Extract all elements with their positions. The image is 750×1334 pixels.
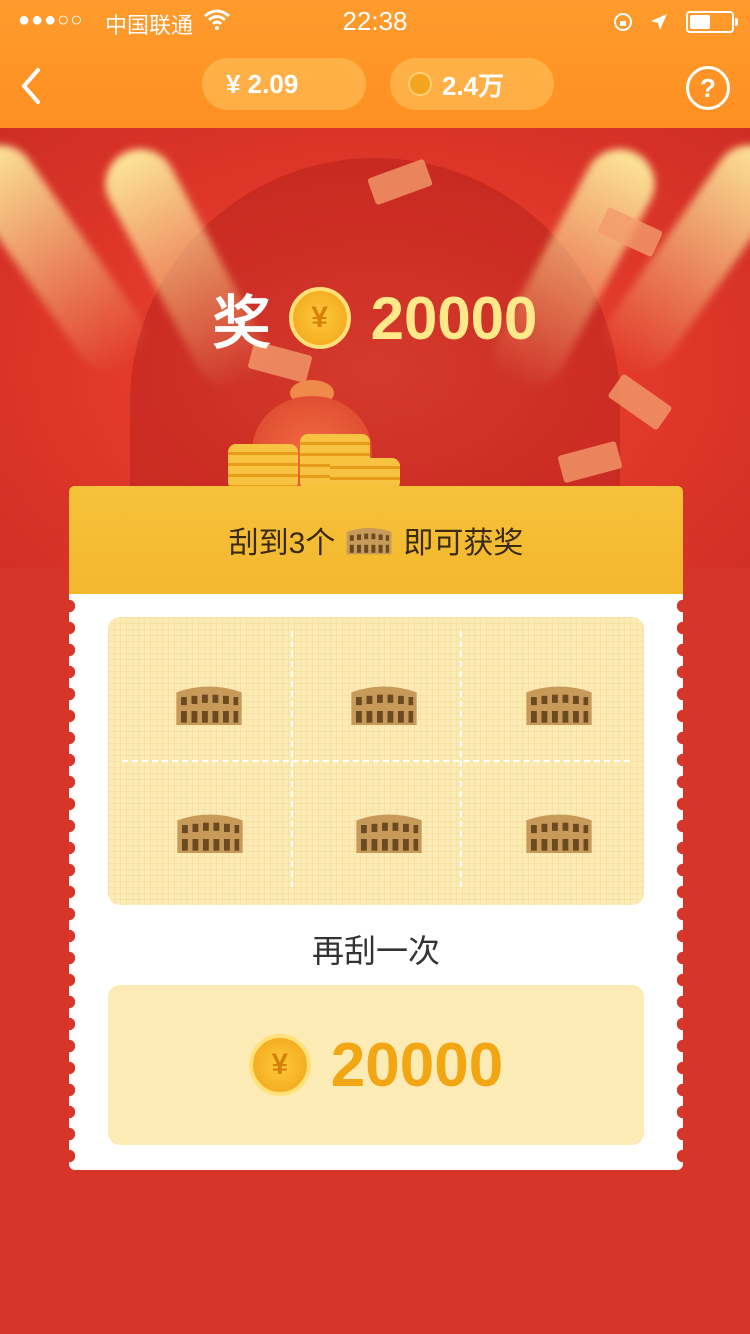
- help-icon: ?: [700, 73, 716, 103]
- ticket-instruction: 刮到3个 即可获奖: [69, 486, 683, 594]
- scratch-grid[interactable]: [108, 617, 644, 905]
- battery-icon: [686, 11, 738, 34]
- colosseum-icon: [526, 686, 592, 725]
- scratch-ticket: 刮到3个 即可获奖 再刮一次 ¥ 20000: [63, 486, 689, 1170]
- colosseum-icon: [176, 686, 242, 725]
- grid-divider: [122, 760, 630, 762]
- prize-headline: 奖 ¥ 20000: [0, 278, 750, 358]
- battery-level: [690, 15, 710, 30]
- top-bar: ●●●○○ 中国联通 22:38 ¥ 2.09 2.4万 ?: [0, 0, 750, 128]
- reward-panel: ¥ 20000: [108, 985, 644, 1145]
- status-right: [612, 8, 738, 34]
- colosseum-icon: [526, 814, 592, 853]
- colosseum-icon: [346, 528, 392, 555]
- back-button[interactable]: [14, 66, 50, 106]
- grid-divider: [291, 631, 293, 887]
- colosseum-icon: [351, 686, 417, 725]
- gold-coin-icon: ¥: [248, 1034, 311, 1096]
- instruction-suffix: 即可获奖: [403, 527, 524, 560]
- cash-balance-pill[interactable]: ¥ 2.09: [202, 58, 366, 110]
- colosseum-icon: [177, 814, 243, 853]
- coin-stack-icon: [228, 444, 298, 490]
- coin-balance-pill[interactable]: 2.4万: [390, 58, 554, 110]
- status-bar: ●●●○○ 中国联通 22:38: [0, 0, 750, 40]
- reward-amount: 20000: [330, 1030, 504, 1100]
- prize-label: 奖: [212, 291, 271, 356]
- location-arrow-icon: [650, 14, 667, 31]
- coin-icon: [408, 72, 432, 96]
- coin-balance: 2.4万: [442, 70, 505, 101]
- orientation-lock-icon: [613, 13, 632, 32]
- prize-amount: 20000: [370, 284, 538, 352]
- colosseum-icon: [356, 814, 422, 853]
- gold-coin-icon: ¥: [288, 287, 351, 349]
- grid-divider: [460, 631, 462, 887]
- instruction-prefix: 刮到3个: [228, 527, 336, 560]
- cash-balance: ¥ 2.09: [226, 68, 299, 99]
- help-button[interactable]: ?: [686, 66, 730, 110]
- scratch-again-button[interactable]: 再刮一次: [69, 926, 683, 972]
